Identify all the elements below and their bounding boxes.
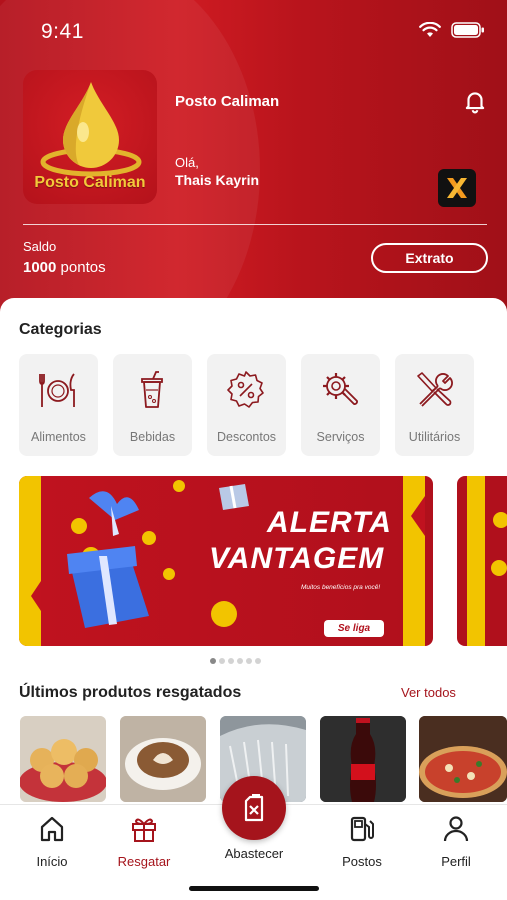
banner-art (467, 476, 507, 646)
carousel-dot[interactable] (219, 658, 225, 664)
category-bebidas[interactable]: Bebidas (113, 354, 192, 456)
categories-title: Categorias (19, 321, 102, 338)
tools-icon (417, 372, 453, 407)
home-icon (40, 816, 64, 842)
banner-cta-button[interactable]: Se liga (324, 620, 384, 637)
status-icons (419, 22, 485, 38)
x-logo-icon (447, 178, 467, 198)
user-icon (443, 816, 469, 842)
statement-button[interactable]: Extrato (371, 243, 488, 273)
cutlery-plate-icon (39, 373, 75, 407)
status-bar: 9:41 (0, 0, 507, 60)
carousel-dot[interactable] (237, 658, 243, 664)
category-utilitarios[interactable]: Utilitários (395, 354, 474, 456)
gear-wrench-icon (323, 373, 358, 405)
balance-unit: pontos (60, 259, 106, 276)
promo-banner-next[interactable] (457, 476, 507, 646)
balance-value: 1000 pontos (23, 259, 106, 276)
nav-label: Resgatar (117, 854, 171, 869)
nav-postos[interactable]: Postos (322, 815, 402, 869)
cappuccino-image (120, 716, 206, 802)
carousel-dot[interactable] (255, 658, 261, 664)
products-title: Últimos produtos resgatados (19, 684, 242, 701)
pao-de-queijo-image (20, 716, 106, 802)
nav-inicio[interactable]: Início (12, 815, 92, 869)
product-cappuccino[interactable] (120, 716, 206, 802)
banner-title-line1: ALERTA (267, 506, 392, 539)
banner-subtitle: Muitos benefícios pra você! (301, 584, 381, 591)
user-name: Thais Kayrin (175, 172, 260, 188)
drink-cup-icon (141, 371, 163, 408)
header: 9:41 Posto Caliman Posto Caliman Olá, Th… (0, 0, 507, 320)
status-time: 9:41 (41, 20, 84, 43)
carousel-dot[interactable] (210, 658, 216, 664)
gift-icon (132, 818, 156, 842)
category-label: Serviços (316, 430, 365, 444)
promo-banner[interactable]: ALERTA VANTAGEM Muitos benefícios pra vo… (19, 476, 433, 646)
coca-cola-image (320, 716, 406, 802)
carousel-dots (210, 658, 261, 664)
product-pizza[interactable] (419, 716, 507, 802)
carousel-dot[interactable] (228, 658, 234, 664)
station-logo: Posto Caliman (23, 70, 157, 204)
bell-icon[interactable] (462, 88, 488, 114)
nav-label: Perfil (441, 854, 471, 869)
category-label: Descontos (216, 430, 277, 444)
abastecer-button[interactable] (222, 776, 286, 840)
product-pao-de-queijo[interactable] (20, 716, 106, 802)
fuel-pump-icon (350, 816, 374, 842)
header-divider (23, 224, 487, 225)
balance-points: 1000 (23, 259, 57, 276)
nav-perfil[interactable]: Perfil (416, 815, 496, 869)
category-alimentos[interactable]: Alimentos (19, 354, 98, 456)
view-all-link[interactable]: Ver todos (401, 685, 456, 700)
category-label: Utilitários (408, 430, 461, 444)
banner-title-line2: VANTAGEM (209, 542, 385, 575)
category-descontos[interactable]: Descontos (207, 354, 286, 456)
logo-text: Posto Caliman (34, 174, 146, 191)
greeting: Olá, (175, 155, 199, 170)
wifi-icon (419, 22, 441, 37)
balance-label: Saldo (23, 239, 57, 254)
carousel-dot[interactable] (246, 658, 252, 664)
station-name: Posto Caliman (175, 93, 280, 110)
partner-badge[interactable] (438, 169, 476, 207)
home-indicator (189, 886, 319, 891)
category-label: Bebidas (129, 430, 176, 444)
nav-label: Postos (342, 854, 382, 869)
nav-label: Início (36, 854, 68, 869)
category-label: Alimentos (31, 430, 86, 444)
product-coca-cola[interactable] (320, 716, 406, 802)
pizza-image (419, 716, 507, 802)
battery-icon (451, 22, 484, 38)
abastecer-label: Abastecer (224, 846, 284, 861)
percent-badge-icon (227, 371, 264, 408)
fuel-can-icon (244, 794, 264, 822)
nav-resgatar[interactable]: Resgatar (104, 815, 184, 869)
category-servicos[interactable]: Serviços (301, 354, 380, 456)
